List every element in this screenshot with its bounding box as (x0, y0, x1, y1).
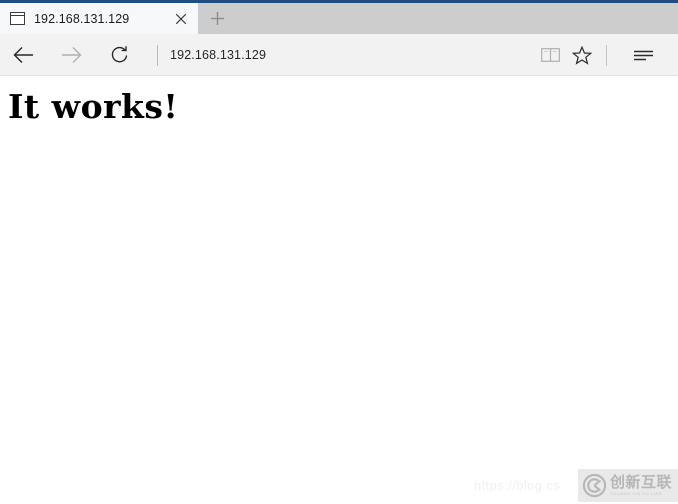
star-icon (572, 45, 592, 65)
browser-window: 192.168.131.129 192.168.131.129 It works… (0, 0, 678, 504)
watermark-logo-text: 创新互联 CHUANG XIN HU LIAN (610, 475, 672, 496)
watermark-logo-name: 创新互联 (610, 474, 673, 491)
forward-button[interactable] (56, 41, 86, 69)
toolbar-separator (606, 45, 607, 66)
plus-icon (210, 11, 225, 26)
back-button[interactable] (9, 41, 39, 69)
refresh-icon (109, 45, 130, 66)
reload-button[interactable] (104, 41, 134, 69)
hamburger-menu-icon (633, 48, 654, 63)
page-viewport: It works! (0, 77, 678, 504)
back-arrow-icon (12, 45, 36, 65)
tab-title: 192.168.131.129 (34, 11, 130, 26)
close-tab-icon[interactable] (174, 12, 188, 26)
address-bar[interactable]: 192.168.131.129 (170, 42, 520, 68)
watermark-logo: 创新互联 CHUANG XIN HU LIAN (578, 469, 678, 502)
favorites-button[interactable] (567, 40, 597, 70)
page-heading: It works! (8, 87, 179, 126)
address-separator (157, 45, 158, 66)
tab-strip: 192.168.131.129 (0, 3, 678, 34)
book-icon (540, 47, 560, 63)
reading-list-button[interactable] (535, 40, 565, 70)
forward-arrow-icon (59, 45, 83, 65)
new-tab-button[interactable] (199, 3, 235, 34)
watermark-url-text: https://blog.cs (474, 478, 561, 493)
address-bar-text: 192.168.131.129 (170, 48, 267, 62)
logo-circle-icon (582, 473, 607, 498)
navigation-toolbar: 192.168.131.129 (0, 34, 678, 76)
page-window-icon (10, 12, 25, 25)
browser-tab-active[interactable]: 192.168.131.129 (0, 3, 199, 34)
menu-button[interactable] (628, 40, 658, 70)
watermark-logo-subtitle: CHUANG XIN HU LIAN (610, 491, 662, 496)
